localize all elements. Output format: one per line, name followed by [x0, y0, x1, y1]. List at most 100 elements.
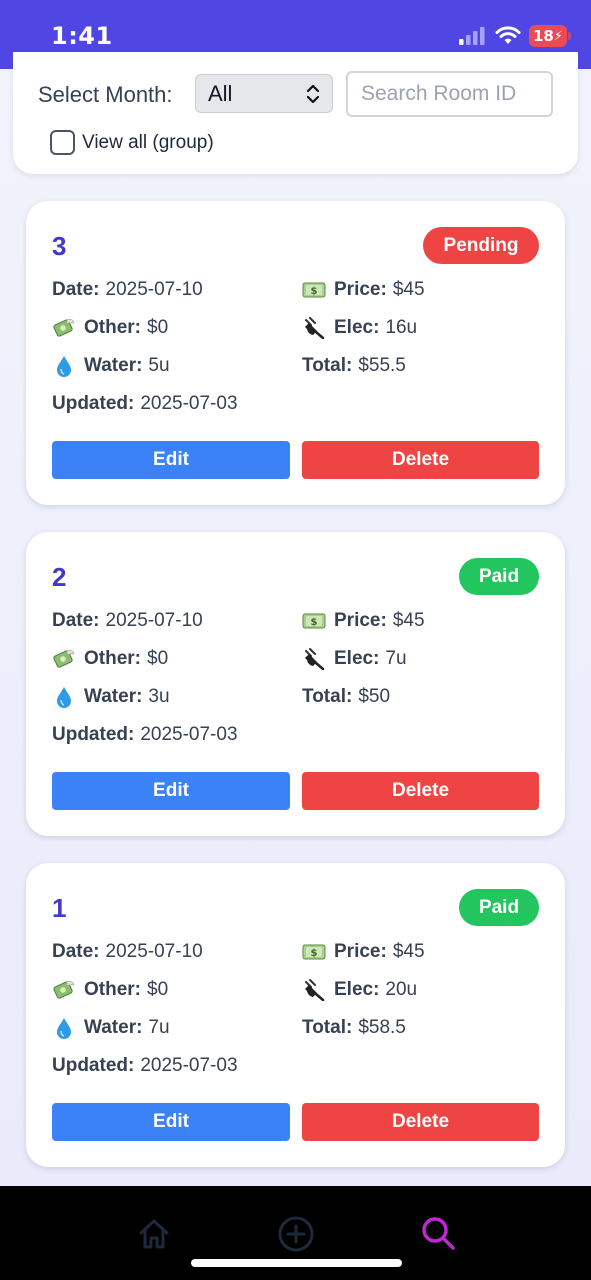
date-value: 2025-07-10 — [105, 610, 203, 631]
home-icon[interactable] — [134, 1214, 174, 1254]
view-all-toggle[interactable]: View all (group) — [50, 130, 214, 155]
updated-value: 2025-07-03 — [140, 724, 238, 745]
svg-text:$: $ — [311, 286, 318, 297]
other-field: Other: $0 — [52, 648, 168, 670]
water-field: Water: 3u — [52, 686, 170, 708]
dollar-banknote-icon: $ — [302, 613, 326, 629]
date-label: Date: — [52, 279, 100, 300]
price-field: $ Price: $45 — [302, 610, 425, 632]
search-icon[interactable] — [418, 1214, 458, 1254]
date-value: 2025-07-10 — [105, 941, 203, 962]
water-value: 3u — [148, 686, 170, 707]
updated-label: Updated: — [52, 724, 135, 745]
month-label: Select Month: — [38, 82, 173, 107]
updated-field: Updated: 2025-07-03 — [52, 393, 238, 415]
date-field: Date: 2025-07-10 — [52, 279, 203, 301]
price-value: $45 — [392, 941, 425, 962]
elec-label: Elec: — [334, 317, 380, 338]
water-field: Water: 7u — [52, 1017, 170, 1039]
delete-button[interactable]: Delete — [302, 772, 539, 810]
room-id: 2 — [52, 562, 67, 592]
date-value: 2025-07-10 — [105, 279, 203, 300]
other-label: Other: — [84, 648, 141, 669]
total-label: Total: — [302, 686, 353, 707]
filter-panel: Select Month: All View all (group) — [13, 52, 578, 174]
charging-icon: ⚡ — [553, 28, 563, 44]
edit-button[interactable]: Edit — [52, 1103, 290, 1141]
delete-button[interactable]: Delete — [302, 1103, 539, 1141]
other-label: Other: — [84, 979, 141, 1000]
updated-label: Updated: — [52, 1055, 135, 1076]
other-field: Other: $0 — [52, 979, 168, 1001]
other-field: Other: $0 — [52, 317, 168, 339]
battery-level: 18 — [532, 27, 554, 45]
money-wings-icon — [53, 650, 75, 668]
date-label: Date: — [52, 610, 100, 631]
water-value: 7u — [148, 1017, 170, 1038]
elec-value: 20u — [385, 979, 418, 1000]
water-drop-icon — [57, 1018, 71, 1039]
water-value: 5u — [148, 355, 170, 376]
total-field: Total: $55.5 — [302, 355, 406, 377]
electric-plug-icon — [305, 979, 325, 1001]
price-label: Price: — [334, 610, 387, 631]
water-drop-icon — [57, 356, 71, 377]
updated-value: 2025-07-03 — [140, 1055, 238, 1076]
electric-plug-icon — [305, 648, 325, 670]
elec-field: Elec: 7u — [302, 648, 407, 670]
svg-text:$: $ — [311, 948, 318, 959]
delete-button[interactable]: Delete — [302, 441, 539, 479]
view-all-checkbox[interactable] — [50, 130, 75, 155]
date-label: Date: — [52, 941, 100, 962]
money-wings-icon — [53, 981, 75, 999]
status-time: 1:41 — [51, 22, 113, 50]
water-label: Water: — [84, 686, 143, 707]
room-id: 3 — [52, 231, 67, 261]
updated-field: Updated: 2025-07-03 — [52, 724, 238, 746]
elec-value: 16u — [385, 317, 418, 338]
signal-icon — [459, 27, 485, 45]
month-select-value: All — [208, 80, 233, 106]
water-label: Water: — [84, 1017, 143, 1038]
room-card: 1 Paid Date: 2025-07-10 Other: $0 Water: 7u… — [26, 863, 565, 1167]
month-select[interactable]: All — [195, 74, 333, 113]
updated-field: Updated: 2025-07-03 — [52, 1055, 238, 1077]
room-card: 3 Pending Date: 2025-07-10 Other: $0 Water… — [26, 201, 565, 505]
elec-field: Elec: 16u — [302, 317, 417, 339]
dollar-banknote-icon: $ — [302, 282, 326, 298]
price-value: $45 — [392, 610, 425, 631]
elec-field: Elec: 20u — [302, 979, 417, 1001]
total-field: Total: $50 — [302, 686, 390, 708]
edit-button[interactable]: Edit — [52, 772, 290, 810]
battery-indicator: 18 ⚡ — [529, 25, 571, 47]
chevron-up-down-icon — [306, 84, 320, 104]
price-label: Price: — [334, 941, 387, 962]
dollar-banknote-icon: $ — [302, 944, 326, 960]
total-label: Total: — [302, 355, 353, 376]
date-field: Date: 2025-07-10 — [52, 941, 203, 963]
elec-label: Elec: — [334, 648, 380, 669]
price-label: Price: — [334, 279, 387, 300]
edit-button[interactable]: Edit — [52, 441, 290, 479]
total-label: Total: — [302, 1017, 353, 1038]
water-label: Water: — [84, 355, 143, 376]
price-field: $ Price: $45 — [302, 941, 425, 963]
money-wings-icon — [53, 319, 75, 337]
updated-label: Updated: — [52, 393, 135, 414]
plus-circle-icon[interactable] — [276, 1214, 316, 1254]
status-indicators: 18 ⚡ — [459, 24, 571, 48]
total-value: $58.5 — [358, 1017, 406, 1038]
room-id: 1 — [52, 893, 67, 923]
total-value: $50 — [358, 686, 391, 707]
wifi-icon — [495, 26, 521, 44]
price-value: $45 — [392, 279, 425, 300]
water-drop-icon — [57, 687, 71, 708]
date-field: Date: 2025-07-10 — [52, 610, 203, 632]
updated-value: 2025-07-03 — [140, 393, 238, 414]
other-value: $0 — [147, 317, 169, 338]
electric-plug-icon — [305, 317, 325, 339]
water-field: Water: 5u — [52, 355, 170, 377]
home-indicator — [191, 1259, 402, 1267]
search-room-input[interactable] — [346, 71, 553, 117]
elec-value: 7u — [385, 648, 407, 669]
